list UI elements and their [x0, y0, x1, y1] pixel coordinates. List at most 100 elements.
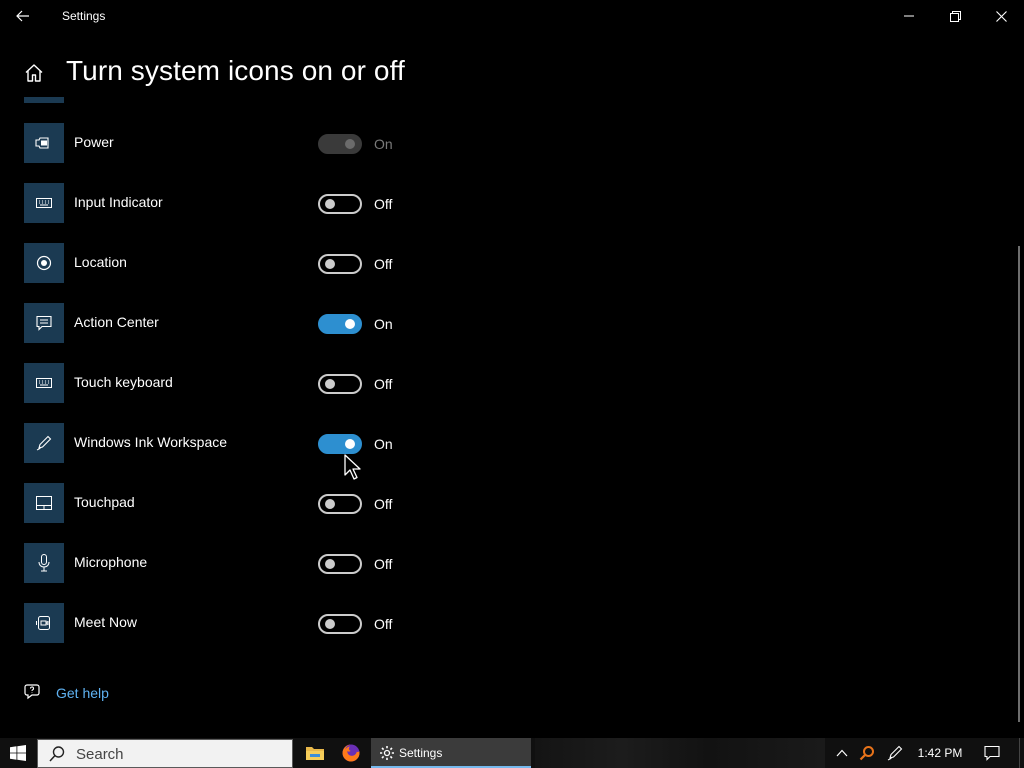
action-center-icon	[36, 315, 52, 331]
windows-ink-tile	[24, 423, 64, 463]
previous-item-tile	[24, 97, 64, 103]
meet-now-tile	[24, 603, 64, 643]
file-explorer-button[interactable]	[297, 738, 333, 768]
power-toggle[interactable]	[318, 134, 362, 154]
search-icon	[49, 746, 65, 762]
toggle-knob	[345, 319, 355, 329]
row-label: Action Center	[74, 314, 159, 330]
toggle-knob	[325, 199, 335, 209]
taskbar-search-box[interactable]	[37, 739, 293, 768]
close-button[interactable]	[978, 0, 1024, 32]
home-button[interactable]	[20, 58, 48, 88]
touchpad-tile	[24, 483, 64, 523]
touch-keyboard-tile	[24, 363, 64, 403]
settings-taskbar-label: Settings	[399, 746, 443, 760]
get-help-link[interactable]: Get help	[56, 685, 109, 701]
location-icon	[36, 255, 52, 271]
help-chat-icon	[24, 684, 40, 700]
toggle-knob	[345, 439, 355, 449]
input-indicator-toggle[interactable]	[318, 194, 362, 214]
battery-icon	[35, 137, 49, 149]
clock-time: 1:42 PM	[917, 746, 963, 760]
toggle-knob	[325, 259, 335, 269]
toggle-state-label: Off	[374, 556, 393, 572]
system-icon-row-microphone: Microphone Off	[24, 543, 404, 583]
touchpad-toggle[interactable]	[318, 494, 362, 514]
toggle-state-label: On	[374, 316, 393, 332]
location-tile	[24, 243, 64, 283]
search-tray-icon	[859, 746, 874, 761]
pen-icon	[36, 435, 52, 451]
settings-taskbar-button[interactable]: Settings	[371, 738, 531, 768]
maximize-icon	[949, 10, 961, 22]
taskbar-clock[interactable]: 1:42 PM	[912, 738, 968, 768]
search-input[interactable]	[76, 744, 276, 764]
show-desktop-button[interactable]	[1019, 738, 1024, 768]
row-label: Touchpad	[74, 494, 135, 510]
gear-icon	[380, 746, 394, 760]
touchpad-icon	[36, 496, 52, 510]
row-label: Location	[74, 254, 127, 270]
touch-keyboard-toggle[interactable]	[318, 374, 362, 394]
system-icon-row-power: Power On	[24, 123, 404, 163]
vertical-scrollbar[interactable]	[1018, 246, 1020, 722]
microphone-icon	[38, 554, 50, 572]
windows-logo-icon	[10, 745, 26, 761]
meet-now-toggle[interactable]	[318, 614, 362, 634]
home-icon	[25, 64, 43, 82]
pen-tray-icon	[887, 745, 903, 761]
toggle-knob	[325, 379, 335, 389]
title-bar: Settings	[0, 0, 1024, 32]
input-indicator-tile	[24, 183, 64, 223]
meet-now-icon	[36, 616, 50, 630]
keyboard-icon	[36, 378, 52, 388]
back-button[interactable]	[0, 0, 46, 32]
microphone-toggle[interactable]	[318, 554, 362, 574]
toggle-state-label: On	[374, 136, 393, 152]
firefox-icon	[342, 744, 360, 762]
toggle-knob	[325, 559, 335, 569]
action-center-button[interactable]	[978, 738, 1006, 768]
notification-icon	[984, 745, 1000, 761]
toggle-knob	[325, 499, 335, 509]
system-icon-row-location: Location Off	[24, 243, 404, 283]
toggle-state-label: Off	[374, 616, 393, 632]
firefox-button[interactable]	[333, 738, 369, 768]
page-title: Turn system icons on or off	[66, 55, 405, 86]
row-label: Windows Ink Workspace	[74, 434, 228, 450]
row-label: Touch keyboard	[74, 374, 173, 390]
windows-ink-tray-button[interactable]	[883, 738, 907, 768]
back-arrow-icon	[16, 10, 29, 22]
system-icon-row-input-indicator: Input Indicator Off	[24, 183, 404, 223]
restore-button[interactable]	[932, 0, 978, 32]
toggle-state-label: Off	[374, 256, 393, 272]
toggle-knob	[325, 619, 335, 629]
toggle-knob	[345, 139, 355, 149]
file-explorer-icon	[306, 747, 324, 760]
start-button[interactable]	[0, 738, 36, 768]
row-label: Microphone	[74, 554, 148, 570]
windows-ink-toggle[interactable]	[318, 434, 362, 454]
minimize-button[interactable]	[886, 0, 932, 32]
chevron-up-icon	[836, 749, 848, 757]
minimize-icon	[904, 15, 914, 17]
app-title: Settings	[62, 9, 106, 23]
system-icon-row-action-center: Action Center On	[24, 303, 404, 343]
row-label: Power	[74, 134, 114, 150]
tray-search-button[interactable]	[855, 738, 879, 768]
action-center-toggle[interactable]	[318, 314, 362, 334]
system-icon-row-touchpad: Touchpad Off	[24, 483, 404, 523]
system-icon-row-meet-now: Meet Now Off	[24, 603, 404, 643]
power-tile	[24, 123, 64, 163]
system-icon-row-touch-keyboard: Touch keyboard Off	[24, 363, 404, 403]
row-label: Meet Now	[74, 614, 138, 630]
show-hidden-icons-button[interactable]	[830, 738, 854, 768]
location-toggle[interactable]	[318, 254, 362, 274]
toggle-state-label: Off	[374, 376, 393, 392]
toggle-state-label: Off	[374, 496, 393, 512]
close-icon	[995, 10, 1007, 22]
row-label: Input Indicator	[74, 194, 163, 210]
taskbar-blurred-region	[535, 738, 825, 768]
toggle-state-label: On	[374, 436, 393, 452]
toggle-state-label: Off	[374, 196, 393, 212]
